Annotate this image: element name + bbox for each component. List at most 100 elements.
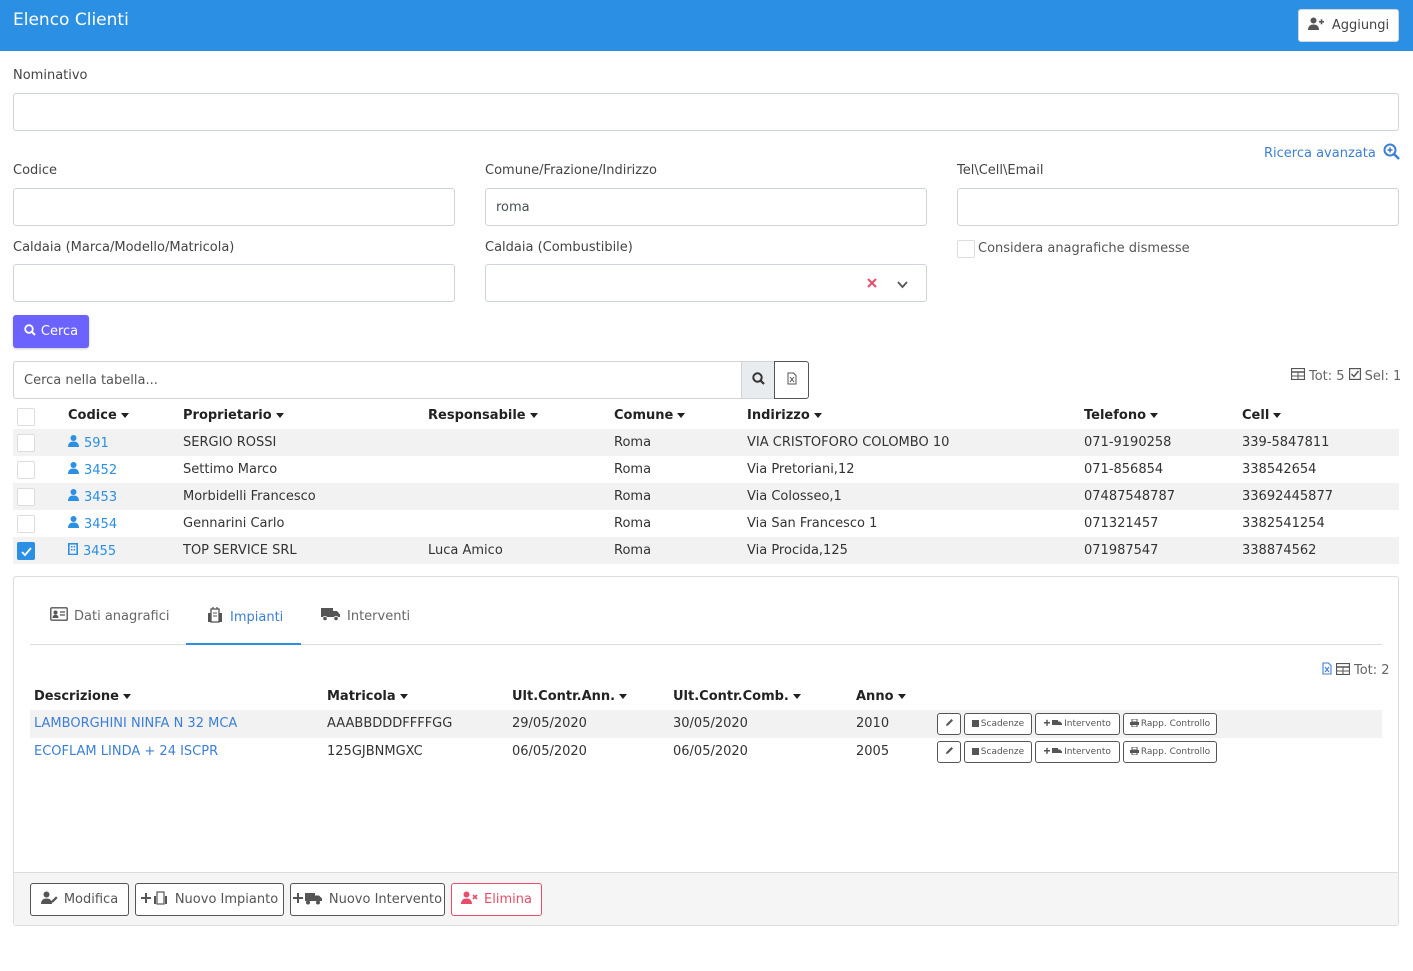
calendar-icon [971, 719, 979, 730]
col-codice[interactable]: Codice [68, 408, 129, 423]
plus-truck-icon [292, 891, 323, 909]
row-codice[interactable]: 3453 [68, 489, 117, 505]
row-telefono: 071321457 [1084, 516, 1159, 531]
elimina-button[interactable]: Elimina [451, 883, 542, 916]
file-excel-icon [787, 372, 797, 389]
table-search-input[interactable]: Cerca nella tabella... [13, 361, 742, 399]
nuovo-intervento-button[interactable]: Nuovo Intervento [290, 883, 445, 916]
row-proprietario: SERGIO ROSSI [183, 435, 277, 450]
search-icon [24, 323, 36, 340]
rapp-controllo-button[interactable]: Rapp. Controllo [1123, 741, 1217, 763]
cerca-label: Cerca [40, 324, 79, 339]
combustibile-select[interactable] [485, 264, 927, 302]
row-cell: 338874562 [1242, 543, 1317, 558]
col-indirizzo[interactable]: Indirizzo [747, 408, 822, 423]
tab-interventi[interactable]: Interventi [321, 607, 410, 625]
nominativo-input[interactable] [13, 93, 1399, 131]
col-comune[interactable]: Comune [614, 408, 686, 423]
nuovo-impianto-button[interactable]: Nuovo Impianto [135, 883, 284, 916]
impianto-anno: 2005 [856, 744, 890, 759]
table-row-selected[interactable]: 3455 TOP SERVICE SRL Luca Amico Roma Via… [13, 537, 1399, 564]
row-indirizzo: Via Pretoriani,12 [747, 462, 855, 477]
combustibile-label: Caldaia (Combustibile) [485, 240, 633, 255]
add-client-button[interactable]: Aggiungi [1298, 9, 1399, 42]
cerca-button[interactable]: Cerca [13, 315, 89, 348]
col-descrizione[interactable]: Descrizione [34, 689, 131, 704]
row-comune: Roma [614, 435, 652, 450]
chevron-down-icon[interactable] [897, 278, 908, 293]
impianto-descrizione-link[interactable]: ECOFLAM LINDA + 24 ISCPR [34, 744, 218, 759]
row-proprietario: Settimo Marco [183, 462, 278, 477]
impianto-row[interactable]: LAMBORGHINI NINFA N 32 MCA AAABBDDDFFFFG… [30, 710, 1382, 738]
select-all-checkbox[interactable] [17, 408, 35, 426]
nominativo-label: Nominativo [13, 68, 88, 83]
row-codice[interactable]: 591 [68, 435, 109, 451]
rapp-controllo-button[interactable]: Rapp. Controllo [1123, 713, 1217, 735]
building-icon [68, 543, 78, 559]
row-checkbox[interactable] [17, 434, 35, 452]
tab-impianti[interactable]: Impianti [207, 607, 283, 627]
row-codice[interactable]: 3452 [68, 462, 117, 478]
file-excel-icon[interactable] [1322, 662, 1332, 679]
row-checkbox[interactable] [17, 515, 35, 533]
intervento-button[interactable]: Intervento [1035, 713, 1120, 735]
tab-dati-anagrafici[interactable]: Dati anagrafici [50, 607, 170, 625]
pencil-icon [945, 718, 954, 730]
user-icon [68, 435, 79, 451]
row-telefono: 071-9190258 [1084, 435, 1172, 450]
row-checkbox[interactable] [17, 461, 35, 479]
scadenze-button[interactable]: Scadenze [964, 741, 1032, 763]
print-icon [1129, 746, 1139, 758]
col-proprietario[interactable]: Proprietario [183, 408, 284, 423]
row-codice[interactable]: 3454 [68, 516, 117, 532]
scadenze-button[interactable]: Scadenze [964, 713, 1032, 735]
row-proprietario: Morbidelli Francesco [183, 489, 316, 504]
dismesse-checkbox[interactable] [957, 240, 975, 258]
col-matricola[interactable]: Matricola [327, 689, 408, 704]
col-responsabile[interactable]: Responsabile [428, 408, 538, 423]
codice-input[interactable] [13, 188, 455, 226]
col-anno[interactable]: Anno [856, 689, 906, 704]
zoom-in-icon [1383, 143, 1400, 164]
row-indirizzo: Via Colosseo,1 [747, 489, 842, 504]
row-checkbox[interactable] [17, 542, 35, 560]
sel-label: Sel: 1 [1364, 368, 1402, 384]
row-cell: 339-5847811 [1242, 435, 1330, 450]
row-codice[interactable]: 3455 [68, 543, 116, 559]
table-search-button[interactable] [741, 361, 775, 399]
row-checkbox[interactable] [17, 488, 35, 506]
comune-input[interactable]: roma [485, 188, 927, 226]
plus-truck-icon [1044, 747, 1063, 758]
user-times-icon [461, 891, 478, 908]
truck-icon [321, 607, 341, 625]
row-comune: Roma [614, 462, 652, 477]
modifica-button[interactable]: Modifica [30, 883, 129, 916]
impianto-descrizione-link[interactable]: LAMBORGHINI NINFA N 32 MCA [34, 716, 237, 731]
col-telefono[interactable]: Telefono [1084, 408, 1159, 423]
edit-button[interactable] [937, 741, 961, 763]
clear-icon[interactable] [867, 277, 877, 292]
col-ult-contr-ann[interactable]: Ult.Contr.Ann. [512, 689, 628, 704]
panel-footer: Modifica Nuovo Impianto Nuovo Intervento… [14, 872, 1398, 925]
edit-button[interactable] [937, 713, 961, 735]
impianto-ann: 06/05/2020 [512, 744, 587, 759]
row-indirizzo: Via San Francesco 1 [747, 516, 878, 531]
table-row[interactable]: 3452 Settimo Marco Roma Via Pretoriani,1… [13, 456, 1399, 483]
caldaia-input[interactable] [13, 264, 455, 302]
app-header: Elenco Clienti Aggiungi [0, 0, 1413, 51]
impianto-row[interactable]: ECOFLAM LINDA + 24 ISCPR 125GJBNMGXC 06/… [30, 738, 1382, 766]
export-button[interactable] [774, 361, 809, 399]
table-icon [1335, 662, 1351, 679]
row-cell: 33692445877 [1242, 489, 1333, 504]
col-cell[interactable]: Cell [1242, 408, 1282, 423]
col-ult-contr-comb[interactable]: Ult.Contr.Comb. [673, 689, 801, 704]
row-telefono: 071-856854 [1084, 462, 1164, 477]
tel-input[interactable] [957, 188, 1399, 226]
check-square-icon [1348, 368, 1361, 384]
table-row[interactable]: 3453 Morbidelli Francesco Roma Via Colos… [13, 483, 1399, 510]
row-indirizzo: VIA CRISTOFORO COLOMBO 10 [747, 435, 950, 450]
table-row[interactable]: 3454 Gennarini Carlo Roma Via San France… [13, 510, 1399, 537]
table-row[interactable]: 591 SERGIO ROSSI Roma VIA CRISTOFORO COL… [13, 429, 1399, 456]
advanced-search-link[interactable]: Ricerca avanzata [1264, 143, 1400, 164]
intervento-button[interactable]: Intervento [1035, 741, 1120, 763]
